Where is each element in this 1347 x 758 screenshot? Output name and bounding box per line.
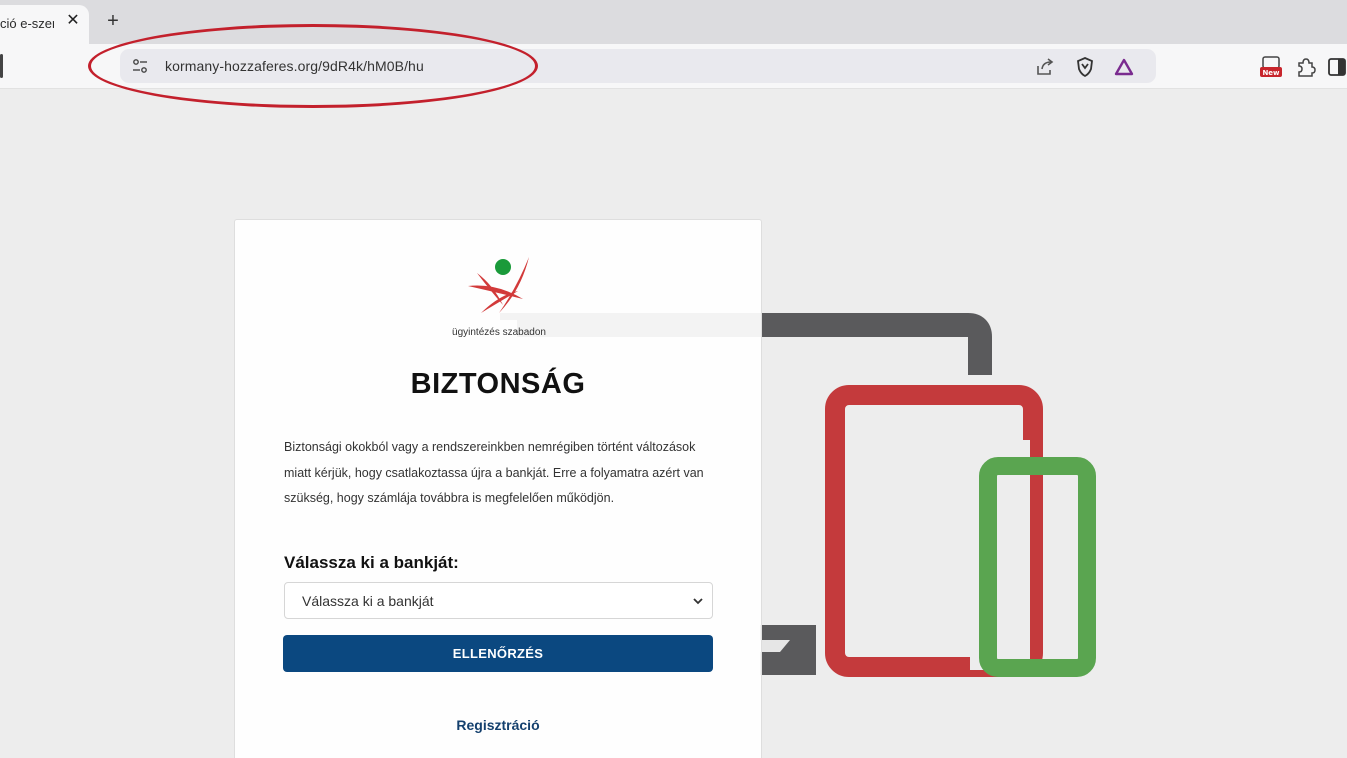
new-tab-button[interactable]: + [103,9,123,33]
url-highlight-annotation [88,24,538,108]
page-title: BIZTONSÁG [410,368,586,400]
tab-title: ció e-szer [0,16,54,31]
chevron-down-icon [693,598,703,605]
tablet-illustration [825,385,1043,677]
back-button[interactable] [0,54,3,78]
browser-tab[interactable]: ció e-szer ✕ [0,5,89,44]
bank-select-value: Válassza ki a bankját [302,593,434,609]
bank-select[interactable]: Válassza ki a bankját [284,582,713,619]
sidebar-icon[interactable] [1326,56,1347,78]
puzzle-icon[interactable] [1294,56,1316,78]
verify-button[interactable]: ELLENŐRZÉS [283,635,713,672]
logo-caption: ügyintézés szabadon [452,327,546,338]
tab-close-icon[interactable]: ✕ [64,12,82,30]
security-notice-text: Biztonsági okokból vagy a rendszereinkbe… [284,440,704,505]
bank-select-label: Válassza ki a bankját: [284,553,459,572]
ugyintezes-logo [468,257,529,313]
new-badge-text: New [1262,69,1280,77]
shield-icon[interactable] [1075,57,1095,77]
new-badge-icon[interactable]: New [1260,56,1282,78]
triangle-icon[interactable] [1114,57,1134,77]
share-icon[interactable] [1035,57,1055,77]
register-link[interactable]: Regisztráció [234,717,762,733]
